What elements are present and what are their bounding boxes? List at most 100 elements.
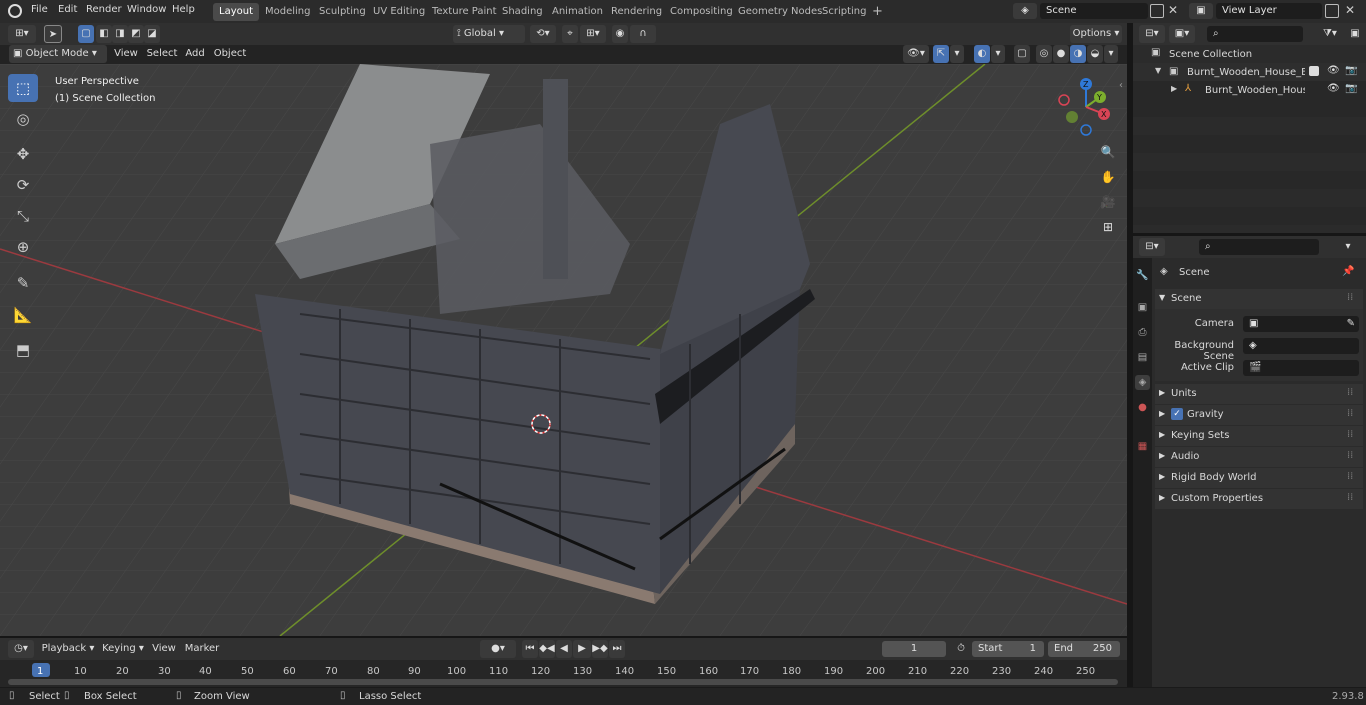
rendered-shading-icon[interactable]: ◒	[1087, 45, 1103, 63]
play-icon[interactable]: ▶	[573, 640, 591, 658]
3d-viewport[interactable]: User Perspective (1) Scene Collection ⬚ …	[0, 64, 1127, 636]
menu-help[interactable]: Help	[172, 4, 195, 15]
render-tab-icon[interactable]: ▣	[1135, 300, 1150, 315]
menu-render[interactable]: Render	[86, 4, 122, 15]
eye-icon[interactable]: 👁	[1327, 65, 1340, 76]
properties-options-icon[interactable]: ▾	[1339, 238, 1357, 256]
drag-handle-icon[interactable]: ⁞⁞	[1347, 387, 1353, 398]
timeline-view-menu[interactable]: View	[150, 640, 178, 658]
texture-tab-icon[interactable]: ▦	[1135, 439, 1150, 454]
camera-field[interactable]: ▣ ✎	[1243, 316, 1359, 332]
select-subtract-icon[interactable]: ◨	[112, 25, 128, 43]
menu-edit[interactable]: Edit	[58, 4, 77, 15]
transform-orientation-dropdown[interactable]: ⟟ Global ▾	[453, 25, 525, 43]
properties-editor-icon[interactable]: ⊟▾	[1139, 238, 1165, 256]
rigid-body-world-panel-header[interactable]: ▶ Rigid Body World ⁞⁞	[1155, 468, 1363, 488]
outliner-row-collection[interactable]: ▼ ▣ Burnt_Wooden_House_Brown 👁 📷	[1133, 63, 1366, 81]
drag-handle-icon[interactable]: ⁞⁞	[1347, 492, 1353, 503]
properties-search-input[interactable]: ⌕	[1199, 239, 1319, 255]
custom-properties-panel-header[interactable]: ▶ Custom Properties ⁞⁞	[1155, 489, 1363, 509]
jump-end-icon[interactable]: ⏭	[609, 640, 625, 658]
select-intersect-icon[interactable]: ◪	[144, 25, 160, 43]
tab-scripting[interactable]: Scripting	[816, 3, 872, 21]
expand-down-icon[interactable]: ▼	[1155, 66, 1161, 75]
select-extend-icon[interactable]: ◧	[96, 25, 112, 43]
tab-rendering[interactable]: Rendering	[605, 3, 668, 21]
playback-menu[interactable]: Playback ▾	[40, 640, 96, 658]
scene-tab-icon[interactable]: ◈	[1135, 375, 1150, 390]
copy-view-layer-icon[interactable]	[1325, 4, 1339, 18]
output-tab-icon[interactable]: ⎙	[1135, 325, 1150, 340]
timeline-scrollbar[interactable]	[8, 679, 1118, 685]
active-clip-field[interactable]: 🎬	[1243, 360, 1359, 376]
copy-scene-icon[interactable]	[1150, 4, 1164, 18]
snap-target-icon[interactable]: ⊞▾	[580, 25, 606, 43]
outliner-search-input[interactable]: ⌕	[1207, 26, 1303, 42]
menu-file[interactable]: File	[31, 4, 48, 15]
close-view-layer-icon[interactable]: ✕	[1345, 3, 1355, 17]
outliner-row-object[interactable]: ▶ ⅄ Burnt_Wooden_House_B 👁 📷	[1133, 81, 1366, 99]
camera-icon[interactable]: 📷	[1345, 65, 1357, 76]
wireframe-shading-icon[interactable]: ◎	[1036, 45, 1052, 63]
object-menu[interactable]: Object	[212, 45, 248, 63]
annotate-tool-icon[interactable]: ✎	[8, 269, 38, 297]
jump-start-icon[interactable]: ⏮	[522, 640, 538, 658]
cursor-tool-icon[interactable]: ◎	[8, 105, 38, 133]
options-dropdown[interactable]: Options ▾	[1070, 25, 1122, 43]
drag-handle-icon[interactable]: ⁞⁞	[1347, 292, 1353, 303]
tab-layout[interactable]: Layout	[213, 3, 259, 21]
drag-handle-icon[interactable]: ⁞⁞	[1347, 408, 1353, 419]
drag-handle-icon[interactable]: ⁞⁞	[1347, 429, 1353, 440]
tab-texture-paint[interactable]: Texture Paint	[426, 3, 503, 21]
zoom-icon[interactable]: 🔍	[1097, 141, 1119, 163]
tab-compositing[interactable]: Compositing	[664, 3, 739, 21]
view-layer-icon[interactable]: ▣	[1189, 3, 1213, 19]
xray-icon[interactable]: ▢	[1014, 45, 1030, 63]
tab-geometry-nodes[interactable]: Geometry Nodes	[732, 3, 828, 21]
audio-panel-header[interactable]: ▶ Audio ⁞⁞	[1155, 447, 1363, 467]
jump-keyframe-back-icon[interactable]: ◆◀	[539, 640, 555, 658]
scene-panel-header[interactable]: ▼ Scene ⁞⁞	[1155, 289, 1363, 309]
select-box-tool-icon[interactable]: ⬚	[8, 74, 38, 102]
world-tab-icon[interactable]: ●	[1135, 400, 1150, 415]
preview-range-icon[interactable]: ⏱	[953, 640, 969, 658]
record-icon[interactable]: ●▾	[480, 640, 516, 658]
pivot-point-icon[interactable]: ⟲▾	[530, 25, 556, 43]
pin-icon[interactable]: 📌	[1342, 266, 1354, 277]
tool-tab-icon[interactable]: 🔧	[1135, 268, 1150, 283]
play-reverse-icon[interactable]: ◀	[556, 640, 572, 658]
visibility-icon[interactable]: 👁▾	[903, 45, 929, 63]
timeline-editor-icon[interactable]: ◷▾	[8, 640, 34, 658]
add-workspace-button[interactable]: +	[866, 3, 889, 21]
move-tool-icon[interactable]: ✥	[8, 140, 38, 168]
drag-handle-icon[interactable]: ⁞⁞	[1347, 471, 1353, 482]
navigation-gizmo[interactable]: Z Y X	[1055, 74, 1120, 139]
pan-hand-icon[interactable]: ✋	[1097, 166, 1119, 188]
tab-sculpting[interactable]: Sculpting	[313, 3, 372, 21]
camera-view-icon[interactable]: 🎥	[1097, 191, 1119, 213]
proportional-edit-icon[interactable]: ◉	[612, 25, 628, 43]
snap-icon[interactable]: ⌖	[562, 25, 578, 43]
solid-shading-icon[interactable]: ●	[1053, 45, 1069, 63]
checkbox-icon[interactable]	[1309, 66, 1319, 76]
eye-icon[interactable]: 👁	[1327, 83, 1340, 94]
end-frame-field[interactable]: End 250	[1048, 641, 1120, 657]
scene-name-field[interactable]: Scene	[1040, 3, 1148, 19]
select-tool-icon[interactable]: ➤	[44, 25, 62, 43]
keying-sets-panel-header[interactable]: ▶ Keying Sets ⁞⁞	[1155, 426, 1363, 446]
current-frame-field[interactable]: 1	[882, 641, 946, 657]
mode-dropdown[interactable]: ▣ Object Mode ▾	[9, 45, 107, 63]
expand-right-icon[interactable]: ▶	[1171, 84, 1177, 93]
gizmo-dropdown-icon[interactable]: ▾	[950, 45, 964, 63]
tab-animation[interactable]: Animation	[546, 3, 609, 21]
start-frame-field[interactable]: Start 1	[972, 641, 1044, 657]
scale-tool-icon[interactable]: ⤡	[8, 202, 38, 230]
filter-icon[interactable]: ⧩▾	[1317, 25, 1343, 43]
jump-keyframe-forward-icon[interactable]: ▶◆	[592, 640, 608, 658]
eyedropper-icon[interactable]: ✎	[1347, 316, 1355, 332]
editor-type-icon[interactable]: ⊞▾	[8, 25, 36, 43]
view-layer-tab-icon[interactable]: ▤	[1135, 350, 1150, 365]
keying-menu[interactable]: Keying ▾	[100, 640, 146, 658]
tab-uv-editing[interactable]: UV Editing	[367, 3, 431, 21]
marker-menu[interactable]: Marker	[184, 640, 220, 658]
